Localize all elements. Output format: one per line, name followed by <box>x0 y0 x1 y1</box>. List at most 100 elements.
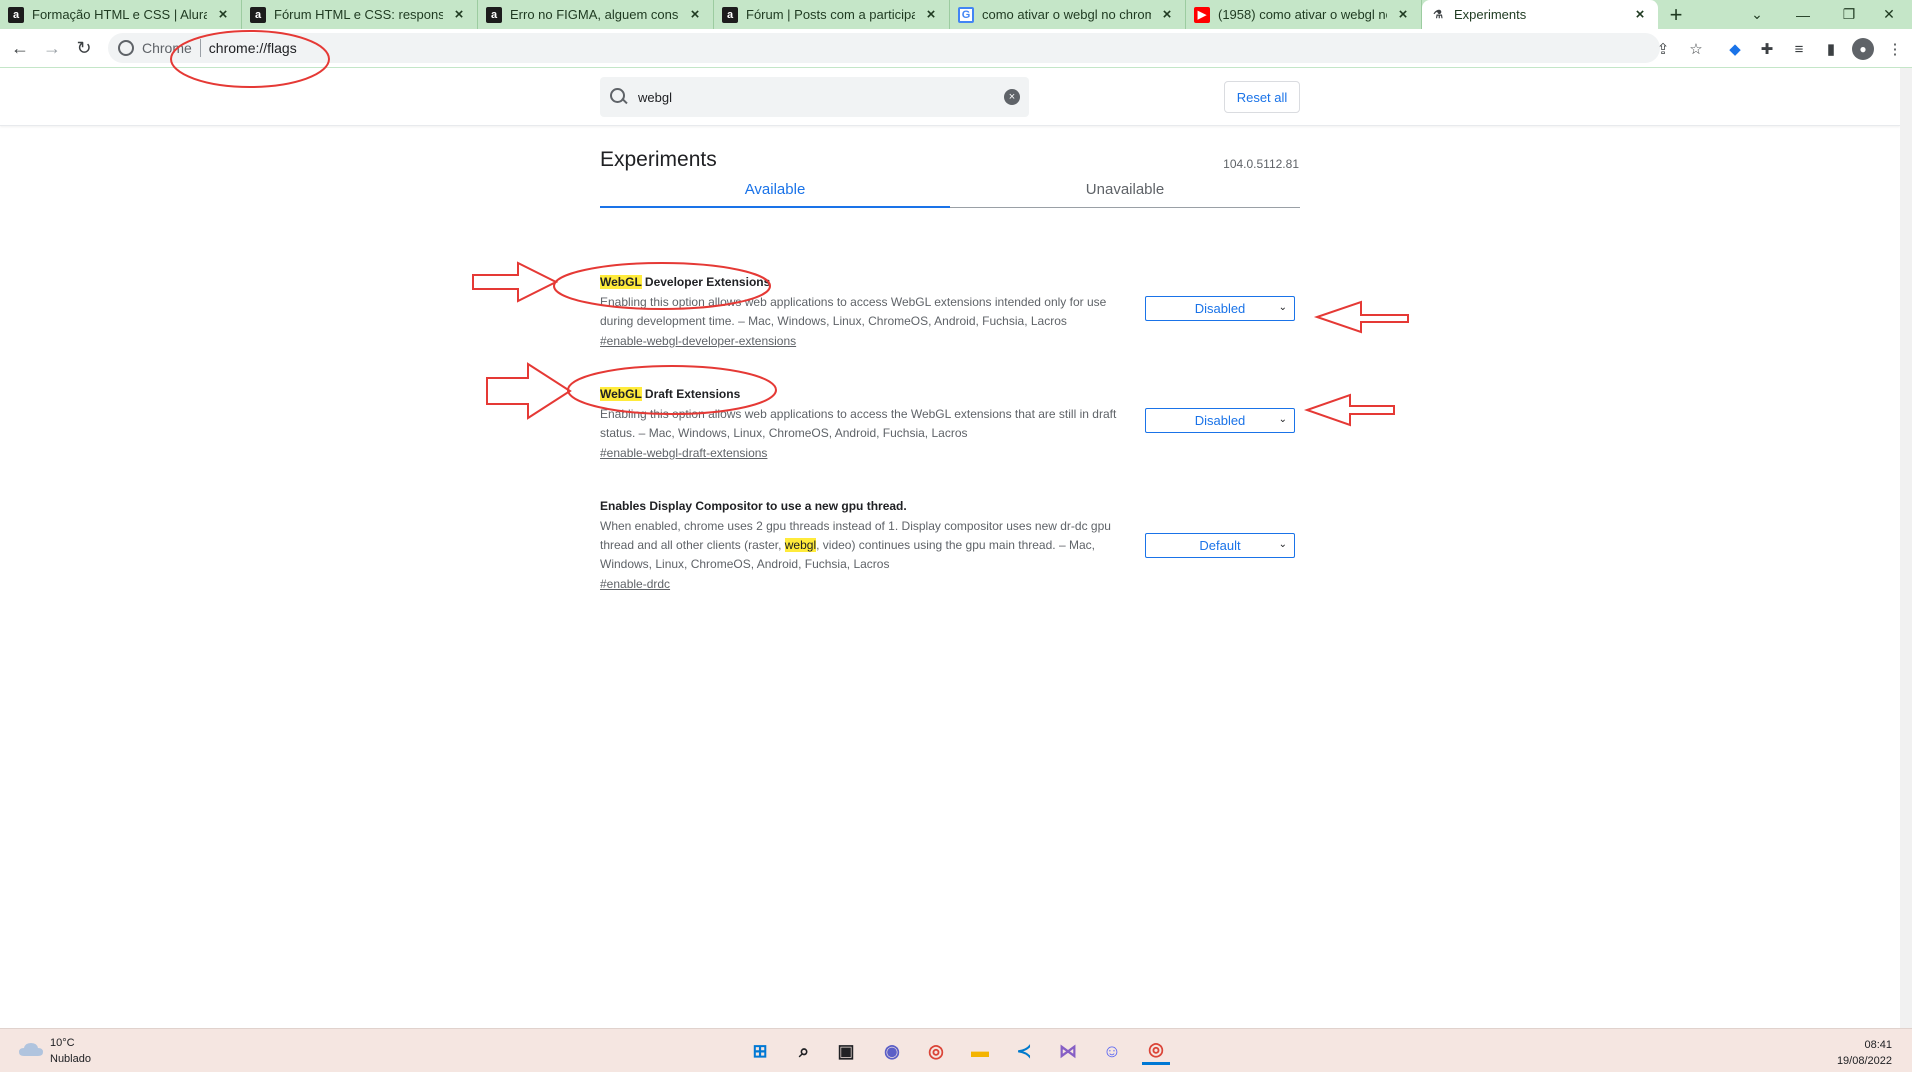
browser-tab[interactable]: ▶ (1958) como ativar o webgl no c × <box>1186 0 1422 29</box>
bookmark-star-icon[interactable]: ☆ <box>1685 38 1707 60</box>
annotation-arrow-right <box>486 362 572 420</box>
experiments-icon: ⚗ <box>1433 9 1443 21</box>
flag-name-rest: Draft Extensions <box>641 387 741 401</box>
flag-permalink[interactable]: #enable-drdc <box>600 575 670 594</box>
flag-tabs: Available Unavailable <box>600 172 1300 208</box>
search-input[interactable] <box>638 89 978 105</box>
close-icon[interactable]: × <box>215 6 231 23</box>
flag-select-value: Default <box>1199 538 1241 553</box>
tab-search-icon[interactable]: ⌄ <box>1734 0 1780 29</box>
new-tab-button[interactable]: + <box>1658 0 1694 29</box>
windows-start-icon[interactable]: ⊞ <box>746 1037 774 1065</box>
tab-title: Erro no FIGMA, alguem consegu <box>510 7 679 22</box>
extensions-puzzle-icon[interactable]: ✚ <box>1756 38 1778 60</box>
tab-available[interactable]: Available <box>600 172 950 208</box>
discord-icon[interactable]: ☺ <box>1098 1037 1126 1065</box>
flag-search-box[interactable]: × <box>600 77 1029 117</box>
browser-tab[interactable]: a Erro no FIGMA, alguem consegu × <box>478 0 714 29</box>
side-panel-icon[interactable]: ▮ <box>1820 38 1842 60</box>
browser-tab[interactable]: a Fórum HTML e CSS: responsivid × <box>242 0 478 29</box>
address-scheme-label: Chrome <box>142 40 192 56</box>
scrollbar[interactable] <box>1900 68 1912 1028</box>
browser-tab-active[interactable]: ⚗ Experiments × <box>1422 0 1658 29</box>
search-icon[interactable]: ⌕ <box>790 1037 818 1065</box>
flag-entry: WebGL Developer Extensions Enabling this… <box>600 274 1300 351</box>
chrome-icon[interactable]: ◎ <box>922 1037 950 1065</box>
search-icon <box>610 88 628 106</box>
close-icon[interactable]: × <box>1159 6 1175 23</box>
media-controls-icon[interactable]: ≡ <box>1788 38 1810 60</box>
extension-icon[interactable]: ◆ <box>1724 38 1746 60</box>
flag-name: WebGL Developer Extensions <box>600 274 1300 290</box>
close-icon[interactable]: × <box>923 6 939 23</box>
flag-name-rest: Developer Extensions <box>641 275 771 289</box>
flag-name-highlight: WebGL <box>600 275 642 289</box>
flag-entry: Enables Display Compositor to use a new … <box>600 498 1300 594</box>
vscode-icon[interactable]: ≺ <box>1010 1037 1038 1065</box>
flag-permalink[interactable]: #enable-webgl-draft-extensions <box>600 444 767 463</box>
file-explorer-icon[interactable]: ▣ <box>832 1037 860 1065</box>
flag-description: Enabling this option allows web applicat… <box>600 407 1117 440</box>
tab-title: Fórum | Posts com a participaçã <box>746 7 915 22</box>
flag-entry: WebGL Draft Extensions Enabling this opt… <box>600 386 1300 463</box>
chevron-down-icon: ⌄ <box>1278 414 1287 425</box>
chevron-down-icon: ⌄ <box>1278 539 1287 550</box>
flag-permalink[interactable]: #enable-webgl-developer-extensions <box>600 332 796 351</box>
flag-select-value: Disabled <box>1194 413 1246 428</box>
tab-title: Fórum HTML e CSS: responsivid <box>274 7 443 22</box>
tab-unavailable[interactable]: Unavailable <box>950 172 1300 208</box>
folder-icon[interactable]: ▬ <box>966 1037 994 1065</box>
close-icon[interactable]: × <box>451 6 467 23</box>
forward-icon[interactable]: → <box>36 32 68 64</box>
clear-search-icon[interactable]: × <box>1004 89 1020 105</box>
minimize-icon[interactable]: — <box>1780 0 1826 29</box>
windows-taskbar: 10°C Nublado ⊞ ⌕ ▣ ◉ ◎ ▬ ≺ ⋈ ☺ ◎ 08:41 1… <box>0 1028 1912 1072</box>
clock-time: 08:41 <box>1864 1039 1892 1051</box>
flag-description: When enabled, chrome uses 2 gpu threads … <box>600 517 1140 574</box>
search-header: × Reset all <box>0 68 1900 126</box>
menu-kebab-icon[interactable]: ⋮ <box>1884 38 1906 60</box>
flag-description: Enabling this option allows web applicat… <box>600 295 1107 328</box>
browser-tab[interactable]: a Fórum | Posts com a participaçã × <box>714 0 950 29</box>
address-bar[interactable]: Chrome chrome://flags <box>108 33 1660 63</box>
flag-description-highlight: webgl <box>784 538 817 552</box>
back-icon[interactable]: ← <box>4 32 36 64</box>
browser-tab[interactable]: G como ativar o webgl no chrome × <box>950 0 1186 29</box>
reload-icon[interactable]: ↻ <box>68 32 100 64</box>
close-icon[interactable]: × <box>1632 6 1648 23</box>
flag-select[interactable]: Default ⌄ <box>1145 533 1295 558</box>
alura-icon: a <box>722 6 738 23</box>
version-label: 104.0.5112.81 <box>1223 157 1299 171</box>
browser-tab[interactable]: a Formação HTML e CSS | Alura - × <box>0 0 242 29</box>
address-separator <box>199 39 201 57</box>
chrome-page-icon <box>118 40 134 56</box>
close-icon[interactable]: × <box>1395 6 1411 23</box>
tab-title: como ativar o webgl no chrome <box>982 7 1151 22</box>
flag-select[interactable]: Disabled ⌄ <box>1145 296 1295 321</box>
profile-avatar[interactable]: ● <box>1852 38 1874 60</box>
reset-all-button[interactable]: Reset all <box>1224 81 1300 113</box>
tab-strip: a Formação HTML e CSS | Alura - × a Fóru… <box>0 0 1912 29</box>
flag-name: Enables Display Compositor to use a new … <box>600 499 907 513</box>
close-window-icon[interactable]: ✕ <box>1866 0 1912 29</box>
address-url[interactable]: chrome://flags <box>209 40 297 56</box>
alura-icon: a <box>250 6 266 23</box>
chrome-active-icon[interactable]: ◎ <box>1142 1037 1170 1065</box>
annotation-arrow-right <box>472 261 559 303</box>
flags-page: × Reset all Experiments 104.0.5112.81 Av… <box>0 68 1900 1028</box>
cloud-icon <box>19 1043 43 1056</box>
flag-select[interactable]: Disabled ⌄ <box>1145 408 1295 433</box>
close-icon[interactable]: × <box>687 6 703 23</box>
teams-chat-icon[interactable]: ◉ <box>878 1037 906 1065</box>
google-icon: G <box>958 6 974 23</box>
flag-name: WebGL Draft Extensions <box>600 386 1300 402</box>
chevron-down-icon: ⌄ <box>1278 302 1287 313</box>
system-clock[interactable]: 08:41 19/08/2022 <box>1837 1037 1892 1069</box>
weather-temperature[interactable]: 10°C <box>50 1037 75 1049</box>
alura-icon: a <box>486 6 502 23</box>
clock-date: 19/08/2022 <box>1836 1055 1892 1067</box>
weather-description[interactable]: Nublado <box>50 1053 91 1065</box>
visual-studio-icon[interactable]: ⋈ <box>1054 1037 1082 1065</box>
share-icon[interactable]: ⇪ <box>1652 38 1674 60</box>
alura-icon: a <box>8 6 24 23</box>
